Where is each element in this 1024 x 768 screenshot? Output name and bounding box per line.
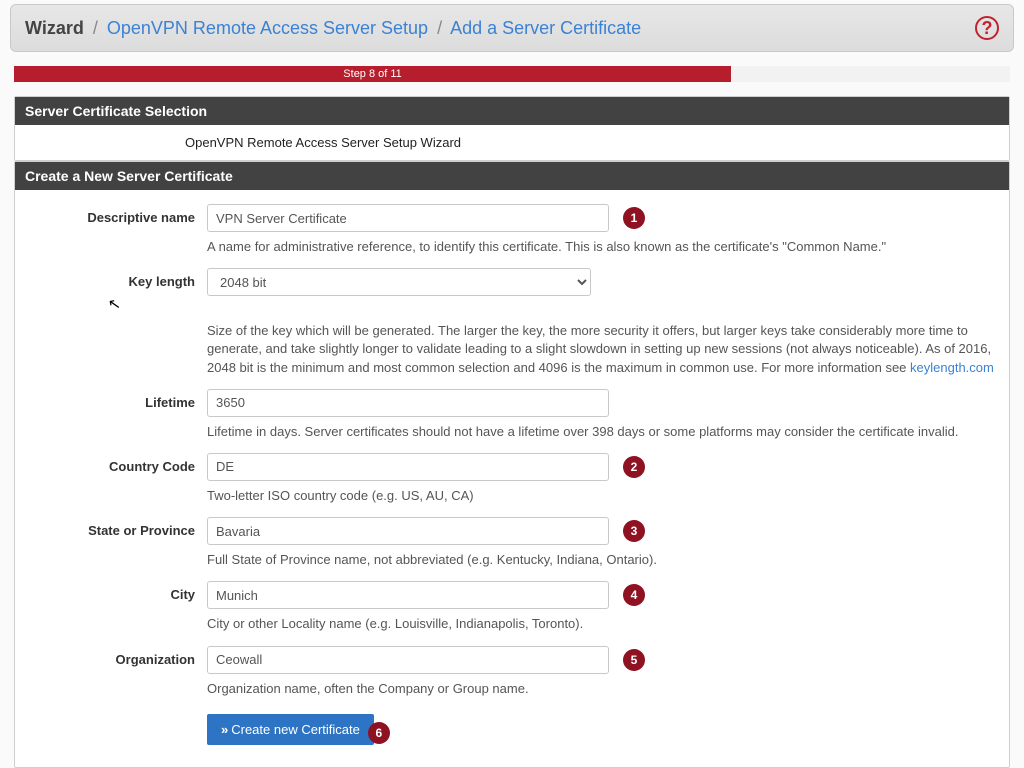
- annotation-badge-4: 4: [623, 584, 645, 606]
- label-lifetime: Lifetime: [25, 389, 207, 410]
- help-icon[interactable]: ?: [975, 16, 999, 40]
- country-code-input[interactable]: [207, 453, 609, 481]
- breadcrumb-sep: /: [93, 18, 98, 38]
- lifetime-input[interactable]: [207, 389, 609, 417]
- panel-server-cert-selection: Server Certificate Selection OpenVPN Rem…: [14, 96, 1010, 161]
- city-input[interactable]: [207, 581, 609, 609]
- row-organization: Organization 5 Organization name, often …: [25, 640, 999, 704]
- row-city: City 4 City or other Locality name (e.g.…: [25, 575, 999, 639]
- label-state: State or Province: [25, 517, 207, 538]
- annotation-badge-6: 6: [368, 722, 390, 744]
- row-descriptive-name: Descriptive name 1 A name for administra…: [25, 198, 999, 262]
- row-country-code: Country Code 2 Two-letter ISO country co…: [25, 447, 999, 511]
- breadcrumb-root[interactable]: Wizard: [25, 18, 84, 38]
- annotation-badge-1: 1: [623, 207, 645, 229]
- panel-create-server-cert: Create a New Server Certificate Descript…: [14, 161, 1010, 768]
- label-organization: Organization: [25, 646, 207, 667]
- help-organization: Organization name, often the Company or …: [207, 680, 999, 698]
- breadcrumb-bar: Wizard / OpenVPN Remote Access Server Se…: [10, 4, 1014, 52]
- help-country-code: Two-letter ISO country code (e.g. US, AU…: [207, 487, 999, 505]
- keylength-link[interactable]: keylength.com: [910, 360, 994, 375]
- descriptive-name-input[interactable]: [207, 204, 609, 232]
- breadcrumb-current[interactable]: Add a Server Certificate: [450, 18, 641, 38]
- breadcrumb-section[interactable]: OpenVPN Remote Access Server Setup: [107, 18, 428, 38]
- label-country-code: Country Code: [25, 453, 207, 474]
- help-state: Full State of Province name, not abbrevi…: [207, 551, 999, 569]
- label-descriptive-name: Descriptive name: [25, 204, 207, 225]
- panel-title: Create a New Server Certificate: [15, 162, 1009, 190]
- row-key-length: Key length 2048 bit Size of the key whic…: [25, 262, 999, 383]
- annotation-badge-5: 5: [623, 649, 645, 671]
- wizard-progress: Step 8 of 11: [14, 66, 1010, 82]
- help-key-length: Size of the key which will be generated.…: [207, 322, 999, 377]
- state-input[interactable]: [207, 517, 609, 545]
- help-lifetime: Lifetime in days. Server certificates sh…: [207, 423, 999, 441]
- annotation-badge-3: 3: [623, 520, 645, 542]
- create-certificate-button[interactable]: » Create new Certificate: [207, 714, 374, 745]
- key-length-select[interactable]: 2048 bit: [207, 268, 591, 296]
- row-lifetime: Lifetime Lifetime in days. Server certif…: [25, 383, 999, 447]
- organization-input[interactable]: [207, 646, 609, 674]
- label-city: City: [25, 581, 207, 602]
- breadcrumb: Wizard / OpenVPN Remote Access Server Se…: [25, 18, 641, 39]
- panel-title: Server Certificate Selection: [15, 97, 1009, 125]
- wizard-progress-label: Step 8 of 11: [14, 66, 731, 82]
- label-key-length: Key length: [25, 268, 207, 289]
- help-descriptive-name: A name for administrative reference, to …: [207, 238, 999, 256]
- button-row: » Create new Certificate 6: [25, 704, 999, 759]
- help-key-length-text: Size of the key which will be generated.…: [207, 323, 991, 374]
- wizard-note: OpenVPN Remote Access Server Setup Wizar…: [15, 125, 1009, 160]
- breadcrumb-sep: /: [437, 18, 442, 38]
- annotation-badge-2: 2: [623, 456, 645, 478]
- help-city: City or other Locality name (e.g. Louisv…: [207, 615, 999, 633]
- row-state: State or Province 3 Full State of Provin…: [25, 511, 999, 575]
